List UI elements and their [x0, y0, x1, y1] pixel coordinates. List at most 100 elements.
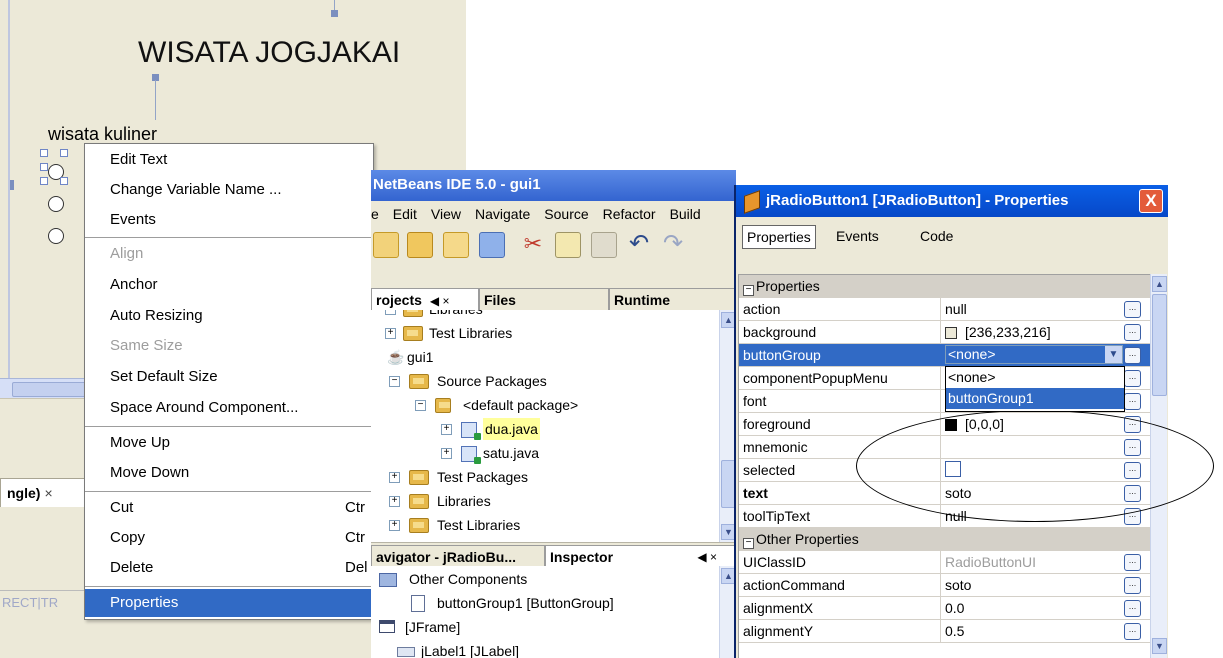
frame-border — [8, 0, 10, 395]
radio-button-2[interactable] — [48, 196, 64, 212]
editor-tab-gui1[interactable]: ngle) × — [0, 478, 90, 507]
menu-build[interactable]: Build — [670, 206, 701, 222]
collapse-icon[interactable]: − — [743, 538, 754, 549]
wisata-kuliner-label[interactable]: wisata kuliner — [48, 124, 157, 145]
ellipsis-button[interactable]: ... — [1124, 324, 1141, 341]
paste-icon[interactable] — [591, 232, 617, 258]
expand-icon[interactable]: + — [385, 328, 396, 339]
chevron-down-icon[interactable]: ▼ — [1105, 346, 1122, 363]
collapse-icon[interactable]: − — [743, 285, 754, 296]
redo-icon[interactable]: ↷ — [661, 232, 685, 256]
menu-item-move-down[interactable]: Move Down — [85, 459, 373, 487]
menu-item-same-size[interactable]: Same Size — [85, 332, 373, 360]
expand-icon[interactable]: + — [385, 310, 396, 315]
resize-handle[interactable] — [40, 149, 48, 157]
tab-files[interactable]: Files — [479, 288, 609, 310]
menu-file[interactable]: e — [371, 206, 379, 222]
tab-events[interactable]: Events — [832, 225, 883, 247]
menu-item-align[interactable]: Align — [85, 240, 373, 268]
expand-icon[interactable]: + — [441, 424, 452, 435]
ellipsis-button[interactable]: ... — [1124, 623, 1141, 640]
menu-item-edit-text[interactable]: Edit Text — [85, 146, 373, 174]
copy-icon[interactable] — [555, 232, 581, 258]
menu-item-change-variable-name[interactable]: Change Variable Name ... — [85, 176, 373, 204]
tab-code[interactable]: Code — [916, 225, 957, 247]
expand-icon[interactable]: + — [389, 520, 400, 531]
menu-item-copy[interactable]: Copy Ctr — [85, 524, 373, 552]
new-file-icon[interactable] — [373, 232, 399, 258]
close-button[interactable]: X — [1139, 189, 1163, 213]
navigator-tab-bar: avigator - jRadioBu... Inspector ◀ × — [371, 542, 736, 568]
category-properties[interactable]: − Properties — [739, 275, 1151, 298]
ellipsis-button[interactable]: ... — [1124, 393, 1141, 410]
java-form-icon — [461, 446, 481, 464]
category-other-properties[interactable]: − Other Properties — [739, 528, 1151, 551]
tab-runtime[interactable]: Runtime — [609, 288, 736, 310]
form-title-label[interactable]: WISATA JOGJAKAI — [138, 36, 400, 70]
netbeans-ide-window: NetBeans IDE 5.0 - gui1 e Edit View Navigat… — [371, 170, 736, 658]
menu-item-delete[interactable]: Delete Del — [85, 554, 373, 582]
save-all-icon[interactable] — [479, 232, 505, 258]
scroll-up-icon[interactable]: ▲ — [1152, 276, 1167, 292]
menu-item-properties[interactable]: Properties — [85, 589, 373, 617]
menu-view[interactable]: View — [431, 206, 461, 222]
menu-item-anchor[interactable]: Anchor — [85, 271, 373, 299]
close-icon[interactable]: × — [44, 485, 52, 501]
folder-icon — [403, 326, 423, 341]
open-project-icon[interactable] — [443, 232, 469, 258]
expand-icon[interactable]: + — [441, 448, 452, 459]
java-form-icon — [461, 422, 481, 440]
property-row-background[interactable]: background [236,233,216]... — [739, 321, 1151, 344]
property-row-alignment-x[interactable]: alignmentX 0.0... — [739, 597, 1151, 620]
ellipsis-button[interactable]: ... — [1124, 600, 1141, 617]
resize-handle[interactable] — [60, 177, 68, 185]
radio-button-3[interactable] — [48, 228, 64, 244]
ellipsis-button[interactable]: ... — [1124, 370, 1141, 387]
resize-handle[interactable] — [40, 177, 48, 185]
expand-icon[interactable]: + — [389, 472, 400, 483]
menu-item-move-up[interactable]: Move Up — [85, 429, 373, 457]
menu-source[interactable]: Source — [544, 206, 588, 222]
menu-refactor[interactable]: Refactor — [603, 206, 656, 222]
property-row-action[interactable]: action null... — [739, 298, 1151, 321]
menu-edit[interactable]: Edit — [393, 206, 417, 222]
property-row-button-group[interactable]: buttonGroup <none> ▼ ... — [739, 344, 1151, 367]
resize-handle[interactable] — [40, 163, 48, 171]
tab-controls[interactable]: ◀ × — [430, 294, 450, 308]
tab-projects[interactable]: rojects ◀ × — [371, 288, 479, 310]
tab-controls[interactable]: ◀ × — [697, 546, 717, 568]
resize-handle[interactable] — [60, 149, 68, 157]
menu-item-events[interactable]: Events — [85, 206, 373, 234]
new-project-icon[interactable] — [407, 232, 433, 258]
property-row-action-command[interactable]: actionCommand soto... — [739, 574, 1151, 597]
ide-title-bar[interactable]: NetBeans IDE 5.0 - gui1 — [371, 170, 736, 201]
tab-navigator[interactable]: avigator - jRadioBu... — [371, 545, 545, 567]
property-row-alignment-y[interactable]: alignmentY 0.5... — [739, 620, 1151, 643]
property-row-ui-class-id[interactable]: UIClassID RadioButtonUI... — [739, 551, 1151, 574]
dropdown-option-none[interactable]: <none> — [946, 367, 1124, 388]
ellipsis-button[interactable]: ... — [1124, 577, 1141, 594]
collapse-icon[interactable]: − — [389, 376, 400, 387]
menu-item-auto-resizing[interactable]: Auto Resizing — [85, 302, 373, 330]
tab-properties[interactable]: Properties — [742, 225, 816, 249]
ide-menu-bar: e Edit View Navigate Source Refactor Build — [371, 201, 736, 227]
menu-item-space-around-component[interactable]: Space Around Component... — [85, 394, 373, 422]
menu-navigate[interactable]: Navigate — [475, 206, 530, 222]
ide-toolbar: ✂ ↶ ↷ — [371, 228, 736, 262]
tab-inspector[interactable]: Inspector ◀ × — [545, 545, 736, 567]
properties-title-bar[interactable]: jRadioButton1 [JRadioButton] - Propertie… — [736, 185, 1168, 217]
undo-icon[interactable]: ↶ — [627, 232, 651, 256]
ellipsis-button[interactable]: ... — [1124, 347, 1141, 364]
menu-item-cut[interactable]: Cut Ctr — [85, 494, 373, 522]
folder-icon — [409, 470, 429, 485]
expand-icon[interactable]: + — [389, 496, 400, 507]
cut-icon[interactable]: ✂ — [521, 232, 545, 256]
dropdown-option-button-group1[interactable]: buttonGroup1 — [946, 388, 1124, 409]
collapse-icon[interactable]: − — [415, 400, 426, 411]
button-group-combo[interactable]: <none> ▼ — [945, 345, 1123, 364]
scrollbar-thumb[interactable] — [1152, 294, 1167, 396]
scroll-down-icon[interactable]: ▼ — [1152, 638, 1167, 654]
ellipsis-button[interactable]: ... — [1124, 554, 1141, 571]
menu-item-set-default-size[interactable]: Set Default Size — [85, 363, 373, 391]
ellipsis-button[interactable]: ... — [1124, 301, 1141, 318]
